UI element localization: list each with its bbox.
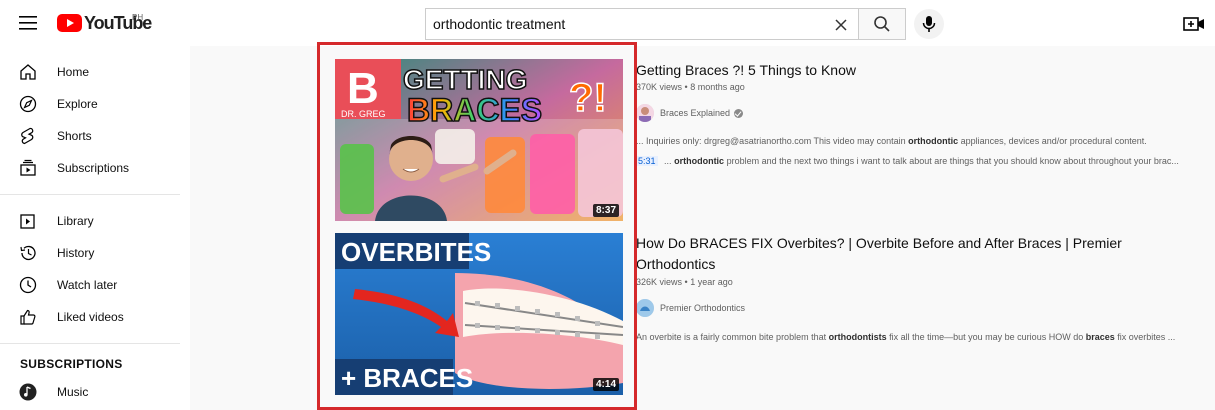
chapter-highlight: orthodontic xyxy=(674,156,725,166)
chapter-snippet[interactable]: 5:31 ... orthodontic problem and the nex… xyxy=(636,156,1206,166)
video-meta: 370K views • 8 months ago xyxy=(636,82,745,92)
search-button[interactable] xyxy=(858,8,906,40)
sidebar-item-explore[interactable]: Explore xyxy=(0,88,190,120)
description-highlight: orthodontists xyxy=(828,332,887,342)
sidebar-item-music[interactable]: Music xyxy=(0,376,190,408)
sidebar-item-label: Home xyxy=(57,65,90,79)
description-text: fix overbites ... xyxy=(1117,332,1176,342)
channel-link[interactable]: Braces Explained xyxy=(636,104,744,122)
description-highlight: braces xyxy=(1085,332,1115,342)
home-icon xyxy=(20,64,36,80)
hamburger-menu-icon[interactable] xyxy=(16,12,40,34)
description-highlight: orthodontic xyxy=(908,136,959,146)
chapter-text: ... xyxy=(664,156,672,166)
compass-icon xyxy=(19,95,37,113)
upload-age: 8 months ago xyxy=(690,82,745,92)
view-count: 370K views xyxy=(636,82,683,92)
video-description: ... Inquiries only: drgreg@asatrianortho… xyxy=(636,136,1206,146)
description-text: appliances, devices and/or procedural co… xyxy=(960,136,1147,146)
library-icon xyxy=(20,214,35,229)
sidebar-item-shorts[interactable]: Shorts xyxy=(0,120,190,152)
subscriptions-icon xyxy=(20,159,36,176)
video-title[interactable]: Getting Braces ?! 5 Things to Know xyxy=(636,60,1196,81)
sidebar-item-library[interactable]: Library xyxy=(0,205,190,237)
sidebar-item-home[interactable]: Home xyxy=(0,56,190,88)
sidebar-item-watch-later[interactable]: Watch later xyxy=(0,269,190,301)
svg-text:?!: ?! xyxy=(569,76,607,120)
thumbnail-badge-text: DR. GREG xyxy=(341,109,386,119)
sidebar-divider xyxy=(0,343,180,344)
sidebar-item-subscriptions[interactable]: Subscriptions xyxy=(0,152,190,184)
video-meta: 326K views • 1 year ago xyxy=(636,277,733,287)
video-description: An overbite is a fairly common bite prob… xyxy=(636,332,1206,342)
search-box xyxy=(425,8,858,40)
avatar xyxy=(636,104,654,122)
clock-icon xyxy=(19,276,37,294)
thumbnail-text-2: + BRACES xyxy=(341,363,473,393)
chapter-timestamp[interactable]: 5:31 xyxy=(636,156,658,166)
search-input[interactable] xyxy=(426,9,858,39)
description-text: fix all the time—but you may be curious … xyxy=(889,332,1084,342)
sidebar-item-liked-videos[interactable]: Liked videos xyxy=(0,301,190,333)
sidebar-item-label: Music xyxy=(57,385,89,399)
create-video-icon[interactable] xyxy=(1183,14,1205,34)
description-text: ... Inquiries only: drgreg@asatrianortho… xyxy=(636,136,906,146)
verified-badge-icon xyxy=(734,108,744,118)
youtube-play-icon xyxy=(57,14,82,32)
sidebar: Home Explore Shorts Subscriptions Librar… xyxy=(0,46,190,410)
subscriptions-section-title: SUBSCRIPTIONS xyxy=(20,357,123,371)
sidebar-item-history[interactable]: History xyxy=(0,237,190,269)
sidebar-item-label: History xyxy=(57,246,95,260)
shorts-icon xyxy=(21,127,34,145)
thumbnail-image: B DR. GREG GETTING BRACES ?! xyxy=(335,59,623,221)
search-bar xyxy=(425,8,908,40)
history-icon xyxy=(20,245,36,261)
video-duration: 8:37 xyxy=(592,204,619,217)
sidebar-item-label: Explore xyxy=(57,97,98,111)
avatar xyxy=(636,299,654,317)
thumbnail-text-2: BRACES xyxy=(407,92,542,128)
thumbnail-text-1: GETTING xyxy=(403,64,527,95)
sidebar-item-label: Subscriptions xyxy=(57,161,130,175)
description-text: An overbite is a fairly common bite prob… xyxy=(636,332,827,342)
sidebar-item-label: Liked videos xyxy=(57,310,124,324)
chapter-text: problem and the next two things i want t… xyxy=(726,156,1179,166)
video-title[interactable]: How Do BRACES FIX Overbites? | Overbite … xyxy=(636,233,1196,275)
thumbnail-image: OVERBITES + BRACES xyxy=(335,233,623,395)
music-icon xyxy=(19,383,37,401)
sidebar-item-label: Library xyxy=(57,214,94,228)
thumbs-up-icon xyxy=(20,309,36,325)
sidebar-item-label: Shorts xyxy=(57,129,92,143)
channel-link[interactable]: Premier Orthodontics xyxy=(636,299,745,317)
upload-age: 1 year ago xyxy=(690,277,733,287)
voice-search-button[interactable] xyxy=(914,9,944,39)
country-code: PH xyxy=(132,13,144,22)
sidebar-item-label: Watch later xyxy=(57,278,118,292)
channel-name: Braces Explained xyxy=(660,108,731,118)
video-thumbnail[interactable]: OVERBITES + BRACES 4:14 xyxy=(335,233,623,395)
sidebar-divider xyxy=(0,194,180,195)
microphone-icon xyxy=(922,16,936,32)
video-thumbnail[interactable]: B DR. GREG GETTING BRACES ?! 8:37 xyxy=(335,59,623,221)
svg-text:B: B xyxy=(347,64,379,113)
thumbnail-text-1: OVERBITES xyxy=(341,237,491,267)
clear-search-icon[interactable] xyxy=(832,16,850,34)
channel-name: Premier Orthodontics xyxy=(660,303,746,313)
search-icon xyxy=(874,16,890,32)
video-duration: 4:14 xyxy=(592,378,619,391)
top-bar: YouTube PH xyxy=(0,0,1215,46)
view-count: 326K views xyxy=(636,277,683,287)
